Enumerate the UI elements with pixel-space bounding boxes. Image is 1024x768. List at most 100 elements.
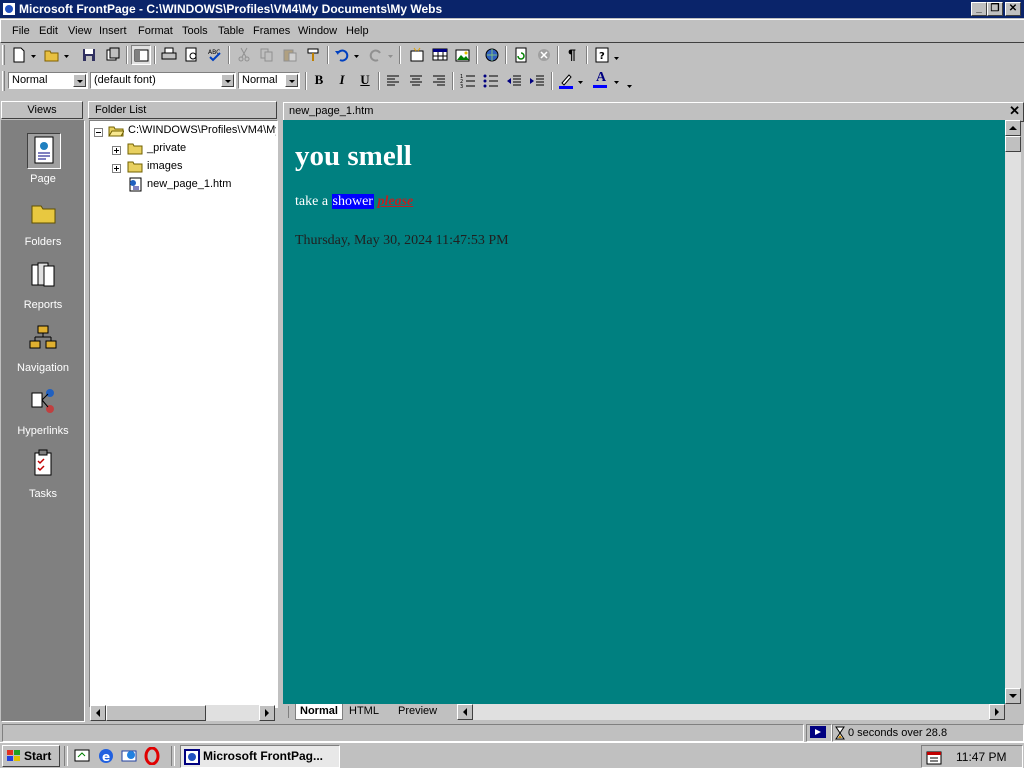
chevron-down-icon[interactable]: [221, 74, 234, 87]
print-preview-icon[interactable]: [182, 45, 202, 65]
scroll-right-icon[interactable]: [259, 705, 275, 721]
scroll-left-icon[interactable]: [90, 705, 106, 721]
align-right-icon[interactable]: [429, 71, 449, 91]
italic-button[interactable]: I: [332, 71, 352, 91]
undo-dropdown-icon[interactable]: [352, 45, 360, 65]
bulleted-list-icon[interactable]: [481, 71, 501, 91]
tree-item-images[interactable]: images: [147, 160, 182, 172]
toolbar-options-icon[interactable]: [624, 71, 634, 91]
menu-tools[interactable]: Tools: [182, 25, 208, 37]
folder-scroll-thumb[interactable]: [106, 705, 206, 721]
expand-images-icon[interactable]: [112, 164, 121, 173]
editor-hscrollbar[interactable]: [457, 704, 1005, 720]
open-folder-icon[interactable]: [42, 45, 62, 65]
menu-edit[interactable]: Edit: [39, 25, 58, 37]
page-paragraph[interactable]: take a shower please: [295, 194, 413, 210]
clock[interactable]: 11:47 PM: [956, 750, 1006, 764]
scroll-up-icon[interactable]: [1005, 120, 1021, 136]
tab-preview[interactable]: Preview: [398, 704, 437, 719]
taskbar-frontpage-button[interactable]: Microsoft FrontPag...: [180, 745, 340, 768]
menu-table[interactable]: Table: [218, 25, 244, 37]
bold-button[interactable]: B: [309, 71, 329, 91]
chevron-down-icon[interactable]: [73, 74, 86, 87]
refresh-icon[interactable]: [511, 45, 531, 65]
outlook-express-icon[interactable]: [120, 747, 138, 765]
font-color-icon[interactable]: A: [592, 70, 612, 91]
view-reports[interactable]: Reports: [2, 253, 84, 313]
collapse-root-icon[interactable]: [94, 128, 103, 137]
align-center-icon[interactable]: [406, 71, 426, 91]
internet-explorer-icon[interactable]: e: [97, 747, 115, 765]
help-dropdown-icon[interactable]: [612, 45, 620, 65]
spelling-icon[interactable]: ABC: [205, 45, 225, 65]
menu-file[interactable]: File: [12, 25, 30, 37]
highlight-color-icon[interactable]: [556, 71, 576, 91]
view-navigation[interactable]: Navigation: [2, 316, 84, 376]
tree-root[interactable]: C:\WINDOWS\Profiles\VM4\My: [128, 124, 276, 136]
frontpage-app-icon[interactable]: [2, 2, 16, 16]
chevron-down-icon[interactable]: [285, 74, 298, 87]
editor-vscrollbar[interactable]: [1005, 120, 1021, 704]
undo-icon[interactable]: [332, 45, 352, 65]
menu-frames[interactable]: Frames: [253, 25, 290, 37]
desktop-quicklaunch-icon[interactable]: [74, 748, 92, 764]
menu-insert[interactable]: Insert: [99, 25, 127, 37]
restore-button[interactable]: ❐: [987, 2, 1003, 16]
insert-table-icon[interactable]: [430, 45, 450, 65]
scheduler-tray-icon[interactable]: [926, 749, 944, 765]
increase-indent-icon[interactable]: [527, 71, 547, 91]
open-dropdown-icon[interactable]: [62, 45, 70, 65]
tree-item-private[interactable]: _private: [147, 142, 186, 154]
minimize-button[interactable]: _: [971, 2, 987, 16]
new-page-icon[interactable]: [9, 45, 29, 65]
menu-format[interactable]: Format: [138, 25, 173, 37]
new-dropdown-icon[interactable]: [29, 45, 37, 65]
save-icon[interactable]: [79, 45, 99, 65]
folder-list-toggle-icon[interactable]: [131, 45, 151, 65]
menu-window[interactable]: Window: [298, 25, 337, 37]
font-size-dropdown[interactable]: Normal: [238, 72, 300, 89]
insert-image-icon[interactable]: [453, 45, 473, 65]
underline-button[interactable]: U: [355, 71, 375, 91]
page-heading[interactable]: you smell: [295, 140, 412, 173]
start-button[interactable]: Start: [2, 745, 60, 767]
hyperlink-icon[interactable]: [482, 45, 502, 65]
timestamp-text[interactable]: Thursday, May 30, 2024 11:47:53 PM: [295, 233, 509, 249]
insert-component-icon[interactable]: [407, 45, 427, 65]
scroll-left-icon[interactable]: [457, 704, 473, 720]
help-icon[interactable]: ?: [592, 45, 612, 65]
view-tasks[interactable]: Tasks: [2, 442, 84, 502]
menu-view[interactable]: View: [68, 25, 92, 37]
view-page[interactable]: Page: [2, 127, 84, 187]
cut-icon[interactable]: [234, 45, 254, 65]
expand-private-icon[interactable]: [112, 146, 121, 155]
show-all-paragraph-icon[interactable]: ¶: [562, 45, 582, 65]
copy-icon[interactable]: [257, 45, 277, 65]
align-left-icon[interactable]: [383, 71, 403, 91]
font-dropdown[interactable]: (default font): [90, 72, 236, 89]
numbered-list-icon[interactable]: 123: [458, 71, 478, 91]
decrease-indent-icon[interactable]: [504, 71, 524, 91]
editor-scroll-thumb[interactable]: [1005, 136, 1021, 152]
scroll-right-icon[interactable]: [989, 704, 1005, 720]
tree-item-new-page[interactable]: new_page_1.htm: [147, 178, 231, 190]
publish-web-icon[interactable]: [103, 45, 123, 65]
redo-dropdown-icon[interactable]: [386, 45, 394, 65]
view-hyperlinks[interactable]: Hyperlinks: [2, 379, 84, 439]
menu-help[interactable]: Help: [346, 25, 369, 37]
view-folders[interactable]: Folders: [2, 190, 84, 250]
selected-text[interactable]: shower: [331, 194, 374, 209]
highlight-dropdown-icon[interactable]: [576, 71, 584, 91]
scroll-down-icon[interactable]: [1005, 688, 1021, 704]
close-page-icon[interactable]: ✕: [1009, 103, 1020, 119]
style-dropdown[interactable]: Normal: [8, 72, 88, 89]
print-icon[interactable]: [159, 45, 179, 65]
paste-icon[interactable]: [280, 45, 300, 65]
opera-icon[interactable]: [143, 747, 161, 765]
page-editor[interactable]: you smell take a shower please Thursday,…: [283, 120, 1005, 704]
stop-icon[interactable]: [534, 45, 554, 65]
format-painter-icon[interactable]: [303, 45, 323, 65]
link-text[interactable]: please: [377, 194, 413, 209]
close-button[interactable]: ✕: [1005, 2, 1021, 16]
folder-hscrollbar[interactable]: [90, 705, 275, 721]
